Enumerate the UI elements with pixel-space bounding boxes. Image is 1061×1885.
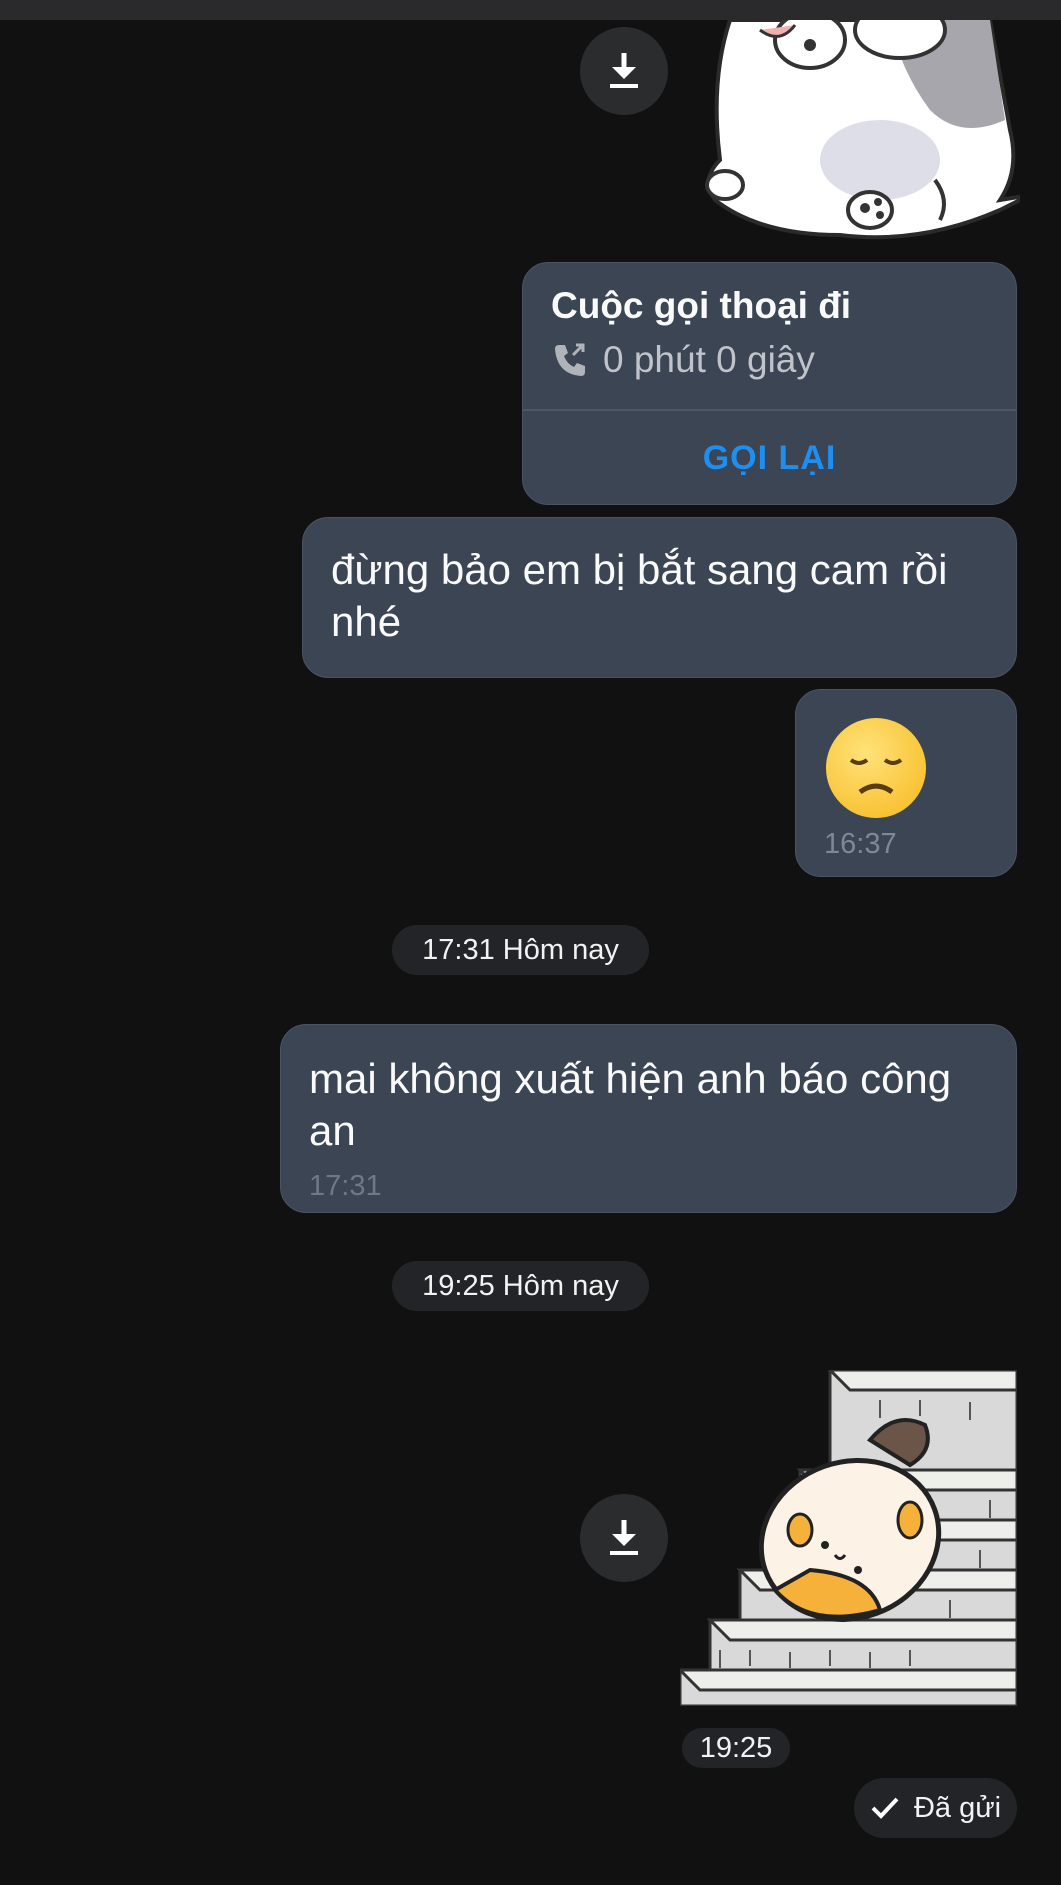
download-sticker-button[interactable]: [580, 27, 668, 115]
message-text: đừng bảo em bị bắt sang cam rồi nhé: [331, 546, 948, 645]
call-duration-row: 0 phút 0 giây: [551, 339, 815, 381]
call-back-button[interactable]: GỌI LẠI: [523, 439, 1016, 478]
sticker-time: 19:25: [682, 1728, 790, 1768]
message-time: 16:37: [824, 828, 897, 860]
sent-status-label: Đã gửi: [913, 1791, 1002, 1824]
outgoing-call-icon: [555, 343, 585, 376]
disappointed-face-emoji: [826, 718, 926, 818]
emoji-face-icon: [849, 758, 903, 795]
status-bar-strip: [0, 0, 1061, 20]
hamster-stairs-sticker[interactable]: [680, 1370, 1017, 1706]
message-bubble[interactable]: đừng bảo em bị bắt sang cam rồi nhé: [302, 517, 1017, 678]
message-time: 17:31: [309, 1170, 382, 1202]
date-separator: 17:31 Hôm nay: [392, 925, 649, 975]
emoji-message-bubble[interactable]: 16:37: [795, 689, 1017, 877]
download-icon: [610, 53, 638, 88]
sent-status: Đã gửi: [854, 1778, 1017, 1838]
message-text: mai không xuất hiện anh báo công an: [309, 1055, 952, 1154]
call-duration: 0 phút 0 giây: [603, 339, 815, 380]
message-bubble[interactable]: mai không xuất hiện anh báo công an 17:3…: [280, 1024, 1017, 1213]
cat-sticker[interactable]: [700, 20, 1020, 240]
download-sticker-button[interactable]: [580, 1494, 668, 1582]
call-title: Cuộc gọi thoại đi: [551, 285, 852, 326]
download-icon: [610, 1520, 638, 1555]
outgoing-call-bubble: Cuộc gọi thoại đi 0 phút 0 giây GỌI LẠI: [522, 262, 1017, 505]
check-icon: [871, 1797, 899, 1819]
date-separator: 19:25 Hôm nay: [392, 1261, 649, 1311]
divider: [523, 409, 1016, 411]
